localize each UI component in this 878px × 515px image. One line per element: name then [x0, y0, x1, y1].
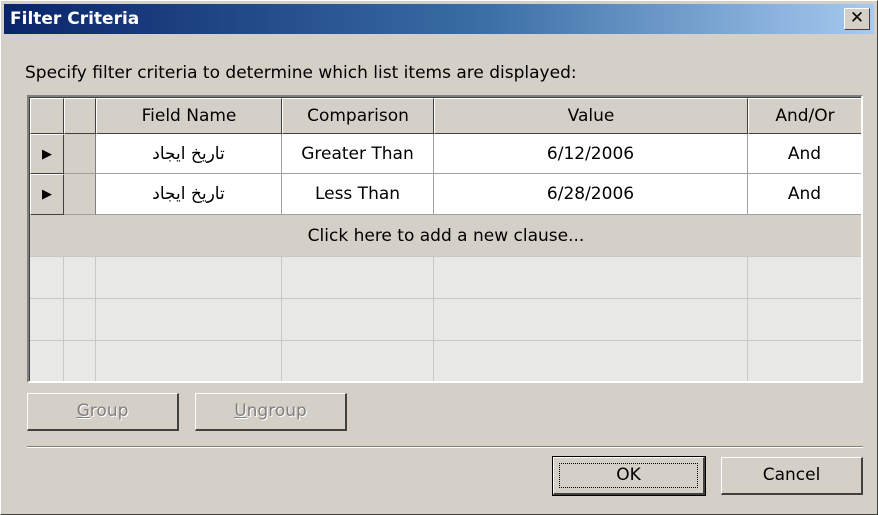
instruction-text: Specify filter criteria to determine whi… [25, 63, 577, 83]
header-row-selector [30, 98, 64, 134]
comparison-cell[interactable]: Greater Than [282, 134, 434, 174]
header-group-column [64, 98, 96, 134]
table-row[interactable]: ▶ تاریخ ایجاد Greater Than 6/12/2006 And [30, 134, 861, 174]
group-cell[interactable] [64, 174, 96, 215]
empty-row [30, 299, 861, 341]
group-cell[interactable] [64, 134, 96, 174]
value-cell[interactable]: 6/12/2006 [434, 134, 748, 174]
header-value[interactable]: Value [434, 98, 748, 134]
header-and-or[interactable]: And/Or [748, 98, 861, 134]
close-button[interactable]: ✕ [844, 8, 870, 30]
row-selector[interactable]: ▶ [30, 174, 64, 215]
current-row-arrow-icon: ▶ [42, 146, 52, 162]
field-name-cell[interactable]: تاریخ ایجاد [96, 174, 282, 215]
header-comparison[interactable]: Comparison [282, 98, 434, 134]
add-clause-row[interactable]: Click here to add a new clause... [30, 215, 861, 257]
and-or-cell[interactable]: And [748, 174, 861, 215]
group-button[interactable]: Group [27, 393, 179, 431]
close-icon: ✕ [849, 8, 865, 28]
empty-row [30, 257, 861, 299]
cancel-button[interactable]: Cancel [721, 457, 863, 495]
header-field-name[interactable]: Field Name [96, 98, 282, 134]
grid-header-row: Field Name Comparison Value And/Or [30, 98, 861, 134]
filter-criteria-dialog: Filter Criteria ✕ Specify filter criteri… [0, 0, 878, 515]
title-bar[interactable]: Filter Criteria ✕ [4, 4, 874, 34]
dialog-title: Filter Criteria [10, 9, 140, 29]
separator [27, 446, 863, 448]
ok-button[interactable]: OK [552, 456, 706, 496]
ungroup-button[interactable]: Ungroup [195, 393, 347, 431]
focus-rectangle [559, 463, 698, 488]
add-clause-label[interactable]: Click here to add a new clause... [30, 215, 861, 257]
table-row[interactable]: ▶ تاریخ ایجاد Less Than 6/28/2006 And [30, 174, 861, 215]
and-or-cell[interactable]: And [748, 134, 861, 174]
criteria-grid: Field Name Comparison Value And/Or ▶ تار… [27, 95, 863, 383]
empty-row [30, 341, 861, 381]
current-row-arrow-icon: ▶ [42, 187, 52, 202]
value-cell[interactable]: 6/28/2006 [434, 174, 748, 215]
row-selector[interactable]: ▶ [30, 134, 64, 174]
field-name-cell[interactable]: تاریخ ایجاد [96, 134, 282, 174]
comparison-cell[interactable]: Less Than [282, 174, 434, 215]
